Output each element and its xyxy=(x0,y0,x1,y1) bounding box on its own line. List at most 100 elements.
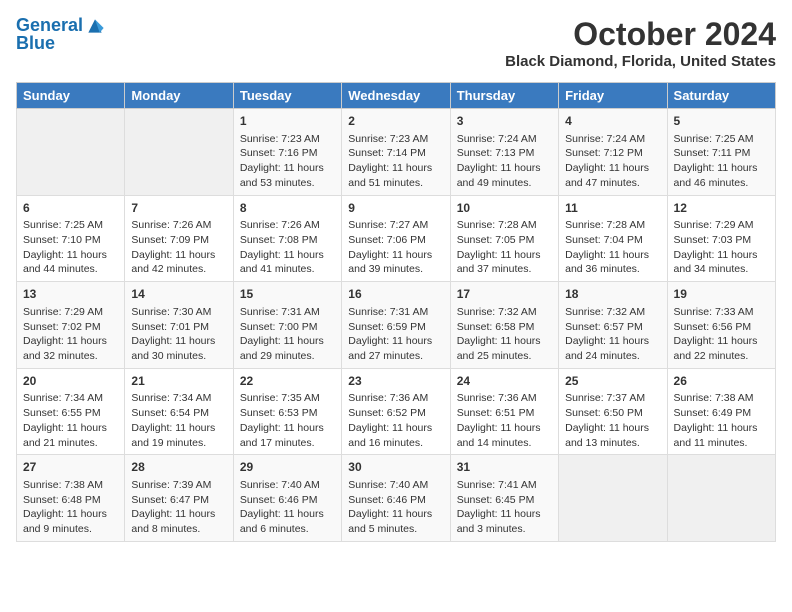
sunrise-text: Sunrise: 7:25 AM xyxy=(674,132,769,147)
daylight-text: Daylight: 11 hours and 9 minutes. xyxy=(23,507,118,536)
daylight-text: Daylight: 11 hours and 13 minutes. xyxy=(565,421,660,450)
day-number: 8 xyxy=(240,200,335,217)
daylight-text: Daylight: 11 hours and 24 minutes. xyxy=(565,334,660,363)
day-number: 21 xyxy=(131,373,226,390)
logo-icon xyxy=(85,16,105,36)
sunrise-text: Sunrise: 7:38 AM xyxy=(23,478,118,493)
sunrise-text: Sunrise: 7:40 AM xyxy=(348,478,443,493)
calendar-cell: 18 Sunrise: 7:32 AM Sunset: 6:57 PM Dayl… xyxy=(559,282,667,369)
day-number: 19 xyxy=(674,286,769,303)
sunset-text: Sunset: 6:58 PM xyxy=(457,320,552,335)
calendar-cell: 16 Sunrise: 7:31 AM Sunset: 6:59 PM Dayl… xyxy=(342,282,450,369)
calendar-cell: 19 Sunrise: 7:33 AM Sunset: 6:56 PM Dayl… xyxy=(667,282,775,369)
daylight-text: Daylight: 11 hours and 8 minutes. xyxy=(131,507,226,536)
calendar-cell: 3 Sunrise: 7:24 AM Sunset: 7:13 PM Dayli… xyxy=(450,109,558,196)
sunset-text: Sunset: 7:04 PM xyxy=(565,233,660,248)
sunset-text: Sunset: 7:09 PM xyxy=(131,233,226,248)
sunrise-text: Sunrise: 7:35 AM xyxy=(240,391,335,406)
day-number: 4 xyxy=(565,113,660,130)
sunrise-text: Sunrise: 7:26 AM xyxy=(131,218,226,233)
sunset-text: Sunset: 7:16 PM xyxy=(240,146,335,161)
sunset-text: Sunset: 6:49 PM xyxy=(674,406,769,421)
daylight-text: Daylight: 11 hours and 53 minutes. xyxy=(240,161,335,190)
daylight-text: Daylight: 11 hours and 36 minutes. xyxy=(565,248,660,277)
calendar-cell: 8 Sunrise: 7:26 AM Sunset: 7:08 PM Dayli… xyxy=(233,195,341,282)
day-number: 11 xyxy=(565,200,660,217)
sunrise-text: Sunrise: 7:32 AM xyxy=(565,305,660,320)
day-header-friday: Friday xyxy=(559,83,667,109)
day-header-wednesday: Wednesday xyxy=(342,83,450,109)
calendar-cell: 5 Sunrise: 7:25 AM Sunset: 7:11 PM Dayli… xyxy=(667,109,775,196)
calendar-cell: 14 Sunrise: 7:30 AM Sunset: 7:01 PM Dayl… xyxy=(125,282,233,369)
daylight-text: Daylight: 11 hours and 25 minutes. xyxy=(457,334,552,363)
calendar-cell: 6 Sunrise: 7:25 AM Sunset: 7:10 PM Dayli… xyxy=(17,195,125,282)
calendar-cell: 1 Sunrise: 7:23 AM Sunset: 7:16 PM Dayli… xyxy=(233,109,341,196)
calendar-header-row: SundayMondayTuesdayWednesdayThursdayFrid… xyxy=(17,83,776,109)
sunrise-text: Sunrise: 7:39 AM xyxy=(131,478,226,493)
sunset-text: Sunset: 7:08 PM xyxy=(240,233,335,248)
calendar-cell xyxy=(667,455,775,542)
sunrise-text: Sunrise: 7:32 AM xyxy=(457,305,552,320)
calendar-cell xyxy=(559,455,667,542)
day-number: 25 xyxy=(565,373,660,390)
sunset-text: Sunset: 7:02 PM xyxy=(23,320,118,335)
day-number: 3 xyxy=(457,113,552,130)
daylight-text: Daylight: 11 hours and 21 minutes. xyxy=(23,421,118,450)
sunset-text: Sunset: 7:01 PM xyxy=(131,320,226,335)
day-header-saturday: Saturday xyxy=(667,83,775,109)
calendar-cell: 9 Sunrise: 7:27 AM Sunset: 7:06 PM Dayli… xyxy=(342,195,450,282)
calendar-cell xyxy=(125,109,233,196)
sunset-text: Sunset: 6:45 PM xyxy=(457,493,552,508)
page-header: General Blue October 2024 Black Diamond,… xyxy=(16,16,776,70)
sunset-text: Sunset: 7:12 PM xyxy=(565,146,660,161)
daylight-text: Daylight: 11 hours and 11 minutes. xyxy=(674,421,769,450)
sunset-text: Sunset: 6:54 PM xyxy=(131,406,226,421)
day-number: 30 xyxy=(348,459,443,476)
sunset-text: Sunset: 6:51 PM xyxy=(457,406,552,421)
sunset-text: Sunset: 7:03 PM xyxy=(674,233,769,248)
day-number: 26 xyxy=(674,373,769,390)
day-number: 31 xyxy=(457,459,552,476)
day-number: 28 xyxy=(131,459,226,476)
day-number: 9 xyxy=(348,200,443,217)
sunrise-text: Sunrise: 7:40 AM xyxy=(240,478,335,493)
sunset-text: Sunset: 7:05 PM xyxy=(457,233,552,248)
sunrise-text: Sunrise: 7:27 AM xyxy=(348,218,443,233)
calendar-cell: 29 Sunrise: 7:40 AM Sunset: 6:46 PM Dayl… xyxy=(233,455,341,542)
daylight-text: Daylight: 11 hours and 32 minutes. xyxy=(23,334,118,363)
day-number: 14 xyxy=(131,286,226,303)
day-number: 15 xyxy=(240,286,335,303)
daylight-text: Daylight: 11 hours and 22 minutes. xyxy=(674,334,769,363)
sunrise-text: Sunrise: 7:37 AM xyxy=(565,391,660,406)
logo-subtext: Blue xyxy=(16,34,105,54)
sunset-text: Sunset: 6:46 PM xyxy=(240,493,335,508)
day-number: 13 xyxy=(23,286,118,303)
daylight-text: Daylight: 11 hours and 30 minutes. xyxy=(131,334,226,363)
calendar-cell: 11 Sunrise: 7:28 AM Sunset: 7:04 PM Dayl… xyxy=(559,195,667,282)
sunset-text: Sunset: 6:56 PM xyxy=(674,320,769,335)
daylight-text: Daylight: 11 hours and 47 minutes. xyxy=(565,161,660,190)
sunset-text: Sunset: 6:59 PM xyxy=(348,320,443,335)
sunrise-text: Sunrise: 7:31 AM xyxy=(348,305,443,320)
daylight-text: Daylight: 11 hours and 49 minutes. xyxy=(457,161,552,190)
calendar-cell: 13 Sunrise: 7:29 AM Sunset: 7:02 PM Dayl… xyxy=(17,282,125,369)
sunset-text: Sunset: 6:46 PM xyxy=(348,493,443,508)
calendar-cell: 27 Sunrise: 7:38 AM Sunset: 6:48 PM Dayl… xyxy=(17,455,125,542)
day-number: 17 xyxy=(457,286,552,303)
sunrise-text: Sunrise: 7:25 AM xyxy=(23,218,118,233)
calendar-subtitle: Black Diamond, Florida, United States xyxy=(505,53,776,70)
sunrise-text: Sunrise: 7:26 AM xyxy=(240,218,335,233)
sunrise-text: Sunrise: 7:38 AM xyxy=(674,391,769,406)
sunrise-text: Sunrise: 7:28 AM xyxy=(457,218,552,233)
daylight-text: Daylight: 11 hours and 29 minutes. xyxy=(240,334,335,363)
calendar-cell: 21 Sunrise: 7:34 AM Sunset: 6:54 PM Dayl… xyxy=(125,368,233,455)
sunrise-text: Sunrise: 7:31 AM xyxy=(240,305,335,320)
daylight-text: Daylight: 11 hours and 37 minutes. xyxy=(457,248,552,277)
calendar-cell: 30 Sunrise: 7:40 AM Sunset: 6:46 PM Dayl… xyxy=(342,455,450,542)
sunset-text: Sunset: 7:10 PM xyxy=(23,233,118,248)
day-number: 23 xyxy=(348,373,443,390)
day-number: 7 xyxy=(131,200,226,217)
calendar-cell: 31 Sunrise: 7:41 AM Sunset: 6:45 PM Dayl… xyxy=(450,455,558,542)
day-number: 5 xyxy=(674,113,769,130)
day-number: 24 xyxy=(457,373,552,390)
